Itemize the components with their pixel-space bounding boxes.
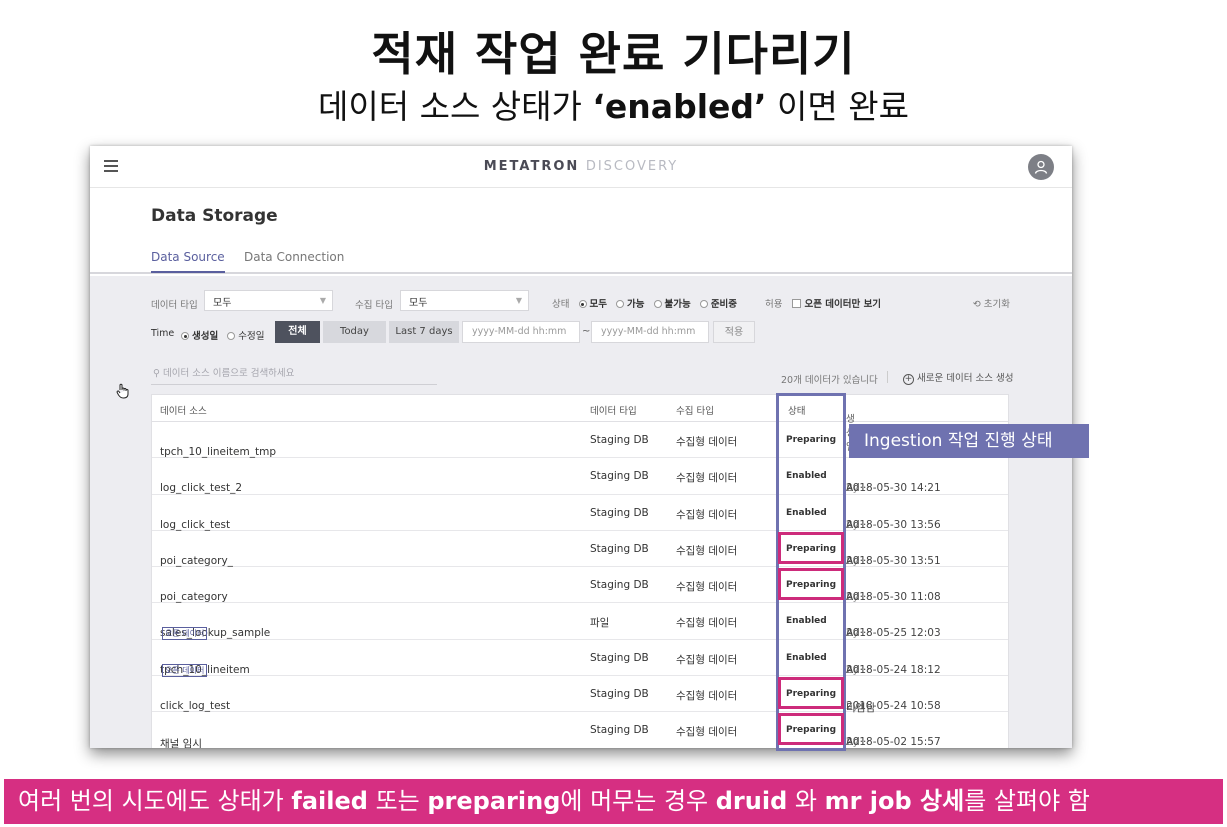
table-row[interactable]: click_log_test Staging DB 수집형 데이터 Preparing… <box>152 676 1008 714</box>
header-name[interactable]: 데이터 소스 <box>160 403 207 417</box>
tab-data-connection[interactable]: Data Connection <box>244 250 344 264</box>
bottom-banner: 여러 번의 시도에도 상태가 failed 또는 preparing에 머무는 … <box>4 779 1223 824</box>
open-label: 허용 <box>765 299 783 310</box>
chevron-down-icon: ▼ <box>319 296 326 305</box>
tab-data-source[interactable]: Data Source <box>151 250 225 273</box>
cell-ingestion-type: 수집형 데이터 <box>676 508 738 521</box>
content-area: 데이터 타입 모두 ▼ 수집 타입 모두 ▼ 상태 모두 가능 불가능 준비중 허용… <box>90 276 1072 748</box>
preparing-highlight <box>778 532 844 564</box>
today-button[interactable]: Today <box>323 321 386 343</box>
radio-checked-icon <box>181 332 189 340</box>
cell-data-type: Staging DB <box>590 651 649 664</box>
data-type-value: 모두 <box>213 298 232 309</box>
time-radio-modified[interactable]: 수정일 <box>227 328 265 342</box>
ingestion-type-value: 모두 <box>409 298 428 309</box>
slide-subtitle: 데이터 소스 상태가 ‘enabled’ 이면 완료 <box>0 80 1227 128</box>
subtitle-bold: ‘enabled’ <box>592 87 767 126</box>
user-avatar-icon[interactable] <box>1028 154 1054 180</box>
top-bar: METATRON DISCOVERY <box>90 146 1072 188</box>
header-type[interactable]: 데이터 타입 <box>590 403 637 417</box>
time-filter: 생성일 수정일 <box>181 328 271 342</box>
table-header: 데이터 소스 데이터 타입 수집 타입 상태 생성일 ⌄ <box>152 395 1008 453</box>
callout-label: Ingestion 작업 진행 상태 <box>849 424 1089 458</box>
subtitle-post: 이면 완료 <box>766 87 909 126</box>
ingestion-type-select[interactable]: 모두 ▼ <box>400 290 529 311</box>
table-row[interactable]: poi_category_ Staging DB 수집형 데이터 Preparing 2… <box>152 531 1008 568</box>
table-body: tpch_10_lineitem_tmp Staging DB 수집형 데이터 Pre… <box>152 422 1008 748</box>
date-from-input[interactable]: yyyy-MM-dd hh:mm <box>462 321 580 343</box>
preparing-highlight <box>778 713 844 745</box>
date-to-input[interactable]: yyyy-MM-dd hh:mm <box>591 321 709 343</box>
cell-ingestion-type: 수집형 데이터 <box>676 690 738 703</box>
radio-icon <box>616 300 625 308</box>
status-radio-all[interactable]: 모두 <box>578 296 607 310</box>
cell-data-type: Staging DB <box>590 542 649 555</box>
new-data-source-button[interactable]: + 새로운 데이터 소스 생성 <box>903 370 1013 385</box>
open-data-filter: 허용 오픈 데이터만 보기 <box>765 296 887 310</box>
open-data-badge: 오픈 데이터 <box>162 663 208 677</box>
open-data-checkbox[interactable]: 오픈 데이터만 보기 <box>791 296 881 310</box>
ingestion-type-label: 수집 타입 <box>355 300 393 311</box>
page-title: Data Storage <box>151 206 278 226</box>
cell-data-type: Staging DB <box>590 470 649 483</box>
table-row[interactable]: log_click_test_2 Staging DB 수집형 데이터 Enabled… <box>152 458 1008 495</box>
data-type-select[interactable]: 모두 ▼ <box>204 290 333 311</box>
cell-data-type: 파일 <box>590 617 610 630</box>
cell-ingestion-type: 수집형 데이터 <box>676 653 738 666</box>
all-button[interactable]: 전체 <box>275 321 320 343</box>
cell-ingestion-type: 수집형 데이터 <box>676 436 738 448</box>
status-radio-disabled[interactable]: 불가능 <box>653 296 691 310</box>
checkbox-icon <box>791 299 801 308</box>
result-count: 20개 데이터가 있습니다 <box>781 375 878 386</box>
status-radio-preparing[interactable]: 준비중 <box>699 296 737 310</box>
open-data-badge: 오픈 데이터 <box>162 627 208 641</box>
last-7-days-button[interactable]: Last 7 days <box>389 321 459 343</box>
status-radio-enabled[interactable]: 가능 <box>616 296 645 310</box>
cell-ingestion-type: 수집형 데이터 <box>676 617 738 630</box>
radio-checked-icon <box>578 300 587 308</box>
date-range-separator: ~ <box>582 326 591 337</box>
page-header: Data Storage Data Source Data Connection <box>90 188 1072 274</box>
time-label: Time <box>151 328 175 339</box>
cell-ingestion-type: 수집형 데이터 <box>676 472 738 485</box>
sort-icon: ⌄ <box>846 411 854 422</box>
preparing-highlight <box>778 568 844 600</box>
slide-title: 적재 작업 완료 기다리기 <box>371 27 856 81</box>
plus-icon: + <box>903 374 914 385</box>
cell-data-type: Staging DB <box>590 724 649 737</box>
search-icon: ⚲ <box>153 368 163 379</box>
table-row[interactable]: tpch_10_lineitem 오픈 데이터 Staging DB 수집형 데이터 E… <box>152 640 1008 677</box>
brand-main: METATRON <box>483 159 580 174</box>
brand-logo: METATRON DISCOVERY <box>90 159 1072 174</box>
radio-icon <box>699 300 708 308</box>
cell-data-type: Staging DB <box>590 688 649 701</box>
cell-data-type: Staging DB <box>590 579 649 592</box>
cell-data-type: Staging DB <box>590 506 649 519</box>
refresh-icon: ⟲ <box>972 299 984 310</box>
divider <box>887 371 888 383</box>
preparing-highlight <box>778 677 844 709</box>
cell-ingestion-type: 수집형 데이터 <box>676 726 738 739</box>
header-ingestion[interactable]: 수집 타입 <box>676 403 714 417</box>
search-input[interactable]: ⚲ 데이터 소스 이름으로 검색하세요 <box>151 365 437 385</box>
brand-sub: DISCOVERY <box>585 159 679 174</box>
apply-button[interactable]: 적용 <box>713 321 755 343</box>
subtitle-pre: 데이터 소스 상태가 <box>318 87 593 126</box>
status-filter: 상태 모두 가능 불가능 준비중 <box>552 296 743 310</box>
chevron-down-icon: ▼ <box>515 296 522 305</box>
table-row[interactable]: 채널 임시 Staging DB 수집형 데이터 Preparing 2018-05-0… <box>152 712 1008 748</box>
reset-button[interactable]: ⟲ 초기화 <box>973 296 1010 310</box>
cell-ingestion-type: 수집형 데이터 <box>676 581 738 594</box>
table-row[interactable]: log_click_test Staging DB 수집형 데이터 Enabled 20… <box>152 495 1008 531</box>
data-type-label: 데이터 타입 <box>151 300 198 311</box>
status-label: 상태 <box>552 299 570 310</box>
cell-ingestion-type: 수집형 데이터 <box>676 544 738 557</box>
cell-data-type: Staging DB <box>590 434 649 446</box>
time-radio-created[interactable]: 생성일 <box>181 328 218 342</box>
radio-icon <box>653 300 662 308</box>
table-row[interactable]: sales_lookup_sample 오픈 데이터 파일 수집형 데이터 Enable… <box>152 603 1008 641</box>
hand-pointer-icon <box>116 383 130 403</box>
table-row[interactable]: poi_category Staging DB 수집형 데이터 Preparing 20… <box>152 567 1008 604</box>
radio-icon <box>227 332 236 340</box>
